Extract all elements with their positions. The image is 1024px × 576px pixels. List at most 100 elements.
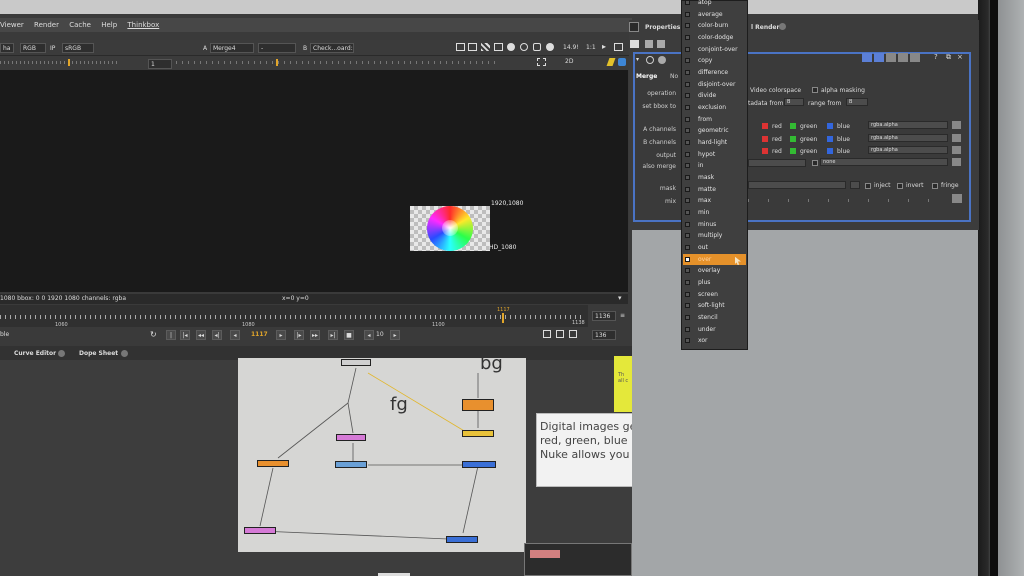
prev-keyframe-button[interactable]: ◂◂ <box>196 330 206 340</box>
refresh-icon[interactable] <box>546 43 554 51</box>
also-merge-dropdown[interactable] <box>748 159 806 167</box>
lock-icon[interactable] <box>645 40 653 48</box>
out-red-checkbox[interactable] <box>762 148 768 154</box>
timeline-menu-icon[interactable]: ≡ <box>620 312 625 319</box>
mask-link-dropdown[interactable] <box>850 181 860 189</box>
step-increment-field[interactable]: 10 <box>376 331 384 338</box>
panel-menu-icon[interactable] <box>629 22 639 32</box>
help-panel-icon[interactable] <box>874 53 884 62</box>
render-icon[interactable] <box>556 330 564 338</box>
view-mode-dropdown[interactable]: 2D <box>565 58 573 65</box>
a-channel-link-icon[interactable] <box>952 121 961 129</box>
a-red-checkbox[interactable] <box>762 123 768 129</box>
operation-option[interactable]: stencil <box>683 312 746 323</box>
close-icon[interactable]: × <box>957 53 963 61</box>
constant-node[interactable] <box>462 399 494 411</box>
roi-icon[interactable] <box>456 43 465 51</box>
menu-cache[interactable]: Cache <box>69 18 91 32</box>
gamma-slider[interactable] <box>176 61 496 64</box>
current-frame-field[interactable]: 1117 <box>251 331 268 338</box>
metadata-from-dropdown[interactable]: B <box>784 98 804 106</box>
tab-node[interactable]: No <box>670 73 678 80</box>
tab-merge[interactable]: Merge <box>636 73 657 80</box>
operation-option[interactable]: screen <box>683 289 746 300</box>
also-merge-checkbox[interactable] <box>812 160 818 166</box>
mask-overlay-icon[interactable] <box>494 43 503 51</box>
compare-mode-dropdown[interactable]: - <box>258 43 296 53</box>
operation-option[interactable]: xor <box>683 335 746 346</box>
step-forward-increment-button[interactable]: ▸ <box>390 330 400 340</box>
operation-option[interactable]: multiply <box>683 230 746 241</box>
roi-select-icon[interactable] <box>537 58 546 66</box>
last-frame-field[interactable]: 1136 <box>592 311 616 321</box>
safe-area-icon[interactable] <box>468 43 477 51</box>
operation-option[interactable]: out <box>683 242 746 253</box>
operation-option[interactable]: soft-light <box>683 300 746 311</box>
loop-icon[interactable]: ↻ <box>150 330 157 339</box>
timeline-playhead[interactable] <box>502 313 504 323</box>
cache-icon[interactable] <box>569 330 577 338</box>
b-green-checkbox[interactable] <box>790 136 796 142</box>
gamma-slider-handle[interactable] <box>276 59 278 66</box>
channels-dropdown[interactable]: ha <box>0 43 14 53</box>
pause-icon[interactable] <box>533 43 541 51</box>
operation-option[interactable]: mask <box>683 172 746 183</box>
grade-node[interactable] <box>257 460 289 467</box>
step-back-increment-button[interactable]: ◂ <box>364 330 374 340</box>
blur-node[interactable] <box>335 461 367 468</box>
operation-option[interactable]: copy <box>683 55 746 66</box>
float-icon[interactable]: ⧉ <box>946 53 951 62</box>
also-merge-link-icon[interactable] <box>952 158 961 166</box>
out-alpha-dropdown[interactable]: rgba.alpha <box>868 146 948 154</box>
transform-node-2[interactable] <box>244 527 276 534</box>
redo-icon[interactable] <box>898 53 908 62</box>
menu-render[interactable]: Render <box>34 18 59 32</box>
revert-icon[interactable] <box>910 53 920 62</box>
operation-option[interactable]: geometric <box>683 125 746 136</box>
out-blue-checkbox[interactable] <box>827 148 833 154</box>
operation-option[interactable]: matte <box>683 184 746 195</box>
close-icon[interactable] <box>58 350 65 357</box>
viewer-viewport[interactable] <box>0 70 628 292</box>
first-frame-button[interactable]: | <box>166 330 176 340</box>
merge-node-2[interactable] <box>446 536 478 543</box>
operation-option[interactable]: exclusion <box>683 102 746 113</box>
collapse-icon[interactable]: ▾ <box>618 293 622 303</box>
center-node-icon[interactable] <box>646 56 654 64</box>
step-forward-button[interactable]: |▸ <box>294 330 304 340</box>
operation-option[interactable]: hypot <box>683 149 746 160</box>
invert-checkbox[interactable] <box>897 183 903 189</box>
step-back-button[interactable]: ◂| <box>212 330 222 340</box>
menu-help[interactable]: Help <box>101 18 117 32</box>
out-green-checkbox[interactable] <box>790 148 796 154</box>
gain-slider[interactable] <box>0 61 120 64</box>
merge-node[interactable] <box>462 461 496 468</box>
tab-properties[interactable]: Properties <box>645 24 680 31</box>
close-icon[interactable] <box>779 23 786 30</box>
operation-option[interactable]: conjoint-over <box>683 44 746 55</box>
a-blue-checkbox[interactable] <box>827 123 833 129</box>
operation-option[interactable]: disjoint-over <box>683 79 746 90</box>
menu-thinkbox[interactable]: Thinkbox <box>127 18 159 32</box>
float-panel-icon[interactable] <box>862 53 872 62</box>
help-icon[interactable]: ? <box>934 53 938 61</box>
operation-option[interactable]: overlay <box>683 265 746 276</box>
fringe-checkbox[interactable] <box>932 183 938 189</box>
mix-slider[interactable] <box>748 199 948 202</box>
a-green-checkbox[interactable] <box>790 123 796 129</box>
to-start-button[interactable]: |◂ <box>180 330 190 340</box>
operation-option[interactable]: in <box>683 160 746 171</box>
tab-curve-editor[interactable]: Curve Editor <box>14 350 56 357</box>
color-icon[interactable] <box>507 43 515 51</box>
to-end-button[interactable]: ▸| <box>328 330 338 340</box>
b-input-dropdown[interactable]: Check...oard: <box>310 43 354 53</box>
transform-node[interactable] <box>336 434 366 441</box>
alpha-masking-checkbox[interactable] <box>812 87 818 93</box>
close-icon[interactable] <box>121 350 128 357</box>
operation-option[interactable]: max <box>683 195 746 206</box>
tab-dope-sheet[interactable]: Dope Sheet <box>79 350 118 357</box>
play-forward-button[interactable]: ▸ <box>276 330 286 340</box>
checkerboard-icon[interactable] <box>481 43 490 51</box>
stop-button[interactable]: ■ <box>344 330 354 340</box>
operation-option[interactable]: from <box>683 114 746 125</box>
